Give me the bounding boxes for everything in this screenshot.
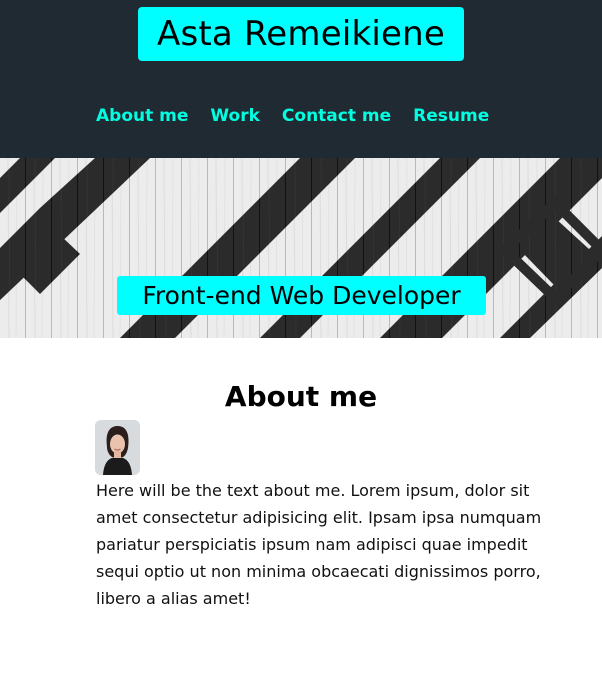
hero-tagline: Front-end Web Developer (117, 276, 486, 315)
hero-banner: Front-end Web Developer (0, 158, 602, 338)
nav-link-about-me[interactable]: About me (96, 104, 188, 128)
about-heading: About me (224, 380, 378, 413)
nav-link-work[interactable]: Work (210, 104, 260, 128)
site-header: Asta Remeikiene About me Work Contact me… (0, 0, 602, 158)
nav-link-contact-me[interactable]: Contact me (282, 104, 391, 128)
main-nav: About me Work Contact me Resume (96, 104, 511, 128)
about-text: Here will be the text about me. Lorem ip… (96, 481, 542, 608)
site-title: Asta Remeikiene (138, 7, 464, 61)
profile-photo-icon (95, 420, 140, 475)
nav-link-resume[interactable]: Resume (413, 104, 489, 128)
